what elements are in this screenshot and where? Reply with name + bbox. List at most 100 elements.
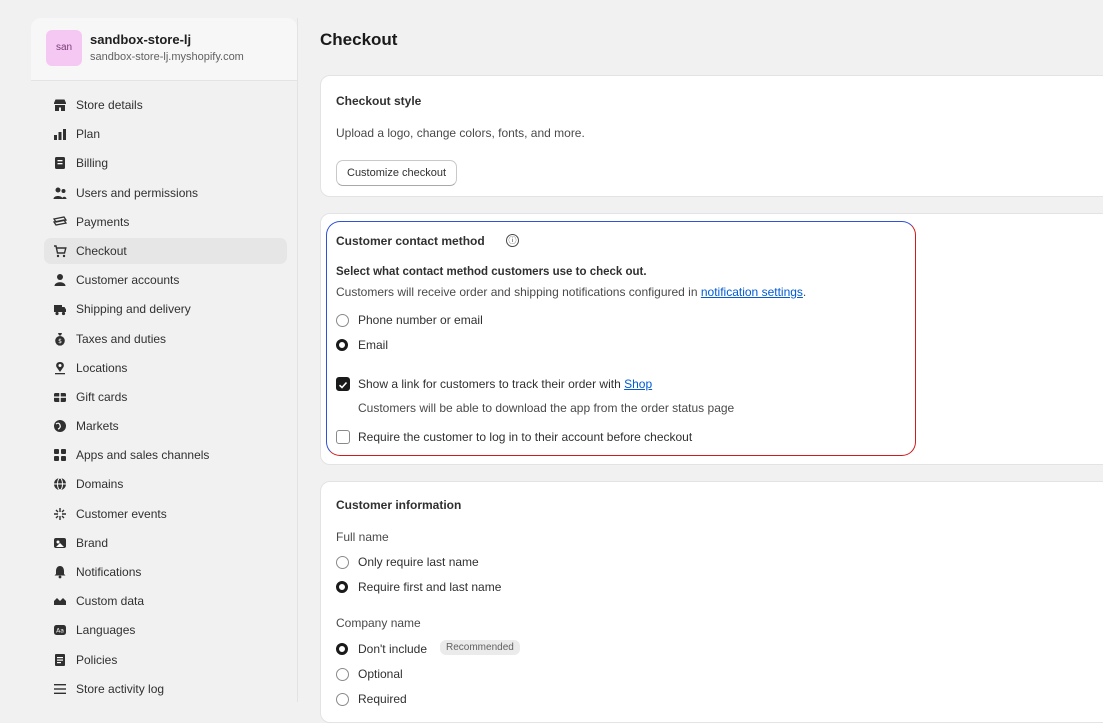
gift-card-icon <box>53 390 67 404</box>
sidebar-item-label: Shipping and delivery <box>76 302 191 317</box>
sidebar-item-customer-accounts[interactable]: Customer accounts <box>44 267 287 293</box>
sidebar-item-locations[interactable]: Locations <box>44 355 287 381</box>
require-login-label: Require the customer to log in to their … <box>358 430 693 444</box>
truck-icon <box>53 302 67 316</box>
sidebar-item-notifications[interactable]: Notifications <box>44 559 287 585</box>
sidebar-item-label: Policies <box>76 652 118 667</box>
main-content: Checkout Checkout style Upload a logo, c… <box>297 0 1103 723</box>
radio-email[interactable] <box>336 339 348 351</box>
sidebar-item-label: Users and permissions <box>76 185 199 200</box>
plan-icon <box>53 127 67 141</box>
sidebar-item-label: Domains <box>76 477 124 492</box>
sidebar-item-label: Payments <box>76 214 130 229</box>
checkout-style-card: Checkout style Upload a logo, change col… <box>320 75 1103 197</box>
svg-text:Aa: Aa <box>56 628 64 635</box>
sidebar-item-label: Customer events <box>76 506 167 521</box>
sidebar-item-languages[interactable]: Aa Languages <box>44 617 287 643</box>
domain-globe-icon <box>53 477 67 491</box>
checkout-style-description: Upload a logo, change colors, fonts, and… <box>336 126 585 140</box>
page-title: Checkout <box>320 30 398 49</box>
sidebar-item-apps-and-sales-channels[interactable]: Apps and sales channels <box>44 442 287 468</box>
sidebar-item-shipping-and-delivery[interactable]: Shipping and delivery <box>44 296 287 322</box>
sidebar-item-markets[interactable]: Markets <box>44 413 287 439</box>
sidebar-item-label: Notifications <box>76 565 142 579</box>
sidebar-item-users-and-permissions[interactable]: Users and permissions <box>44 180 287 206</box>
sidebar-item-label: Plan <box>76 127 101 142</box>
sidebar-item-taxes-and-duties[interactable]: $ Taxes and duties <box>44 326 287 352</box>
sidebar-item-label: Customer accounts <box>76 273 180 288</box>
sidebar-item-label: Checkout <box>76 243 127 258</box>
bell-icon <box>53 565 67 579</box>
sidebar-item-label: Gift cards <box>76 389 128 404</box>
radio-company-required[interactable] <box>336 693 349 706</box>
sidebar-item-checkout[interactable]: Checkout <box>44 237 287 264</box>
person-icon <box>53 273 67 287</box>
settings-sidebar: san sandbox-store-lj sandbox-store-lj.my… <box>31 18 298 702</box>
sidebar-item-policies[interactable]: Policies <box>44 647 287 673</box>
full-name-label: Full name <box>336 530 389 544</box>
radio-only-last-name[interactable] <box>336 556 349 569</box>
users-icon <box>53 186 67 200</box>
sidebar-item-label: Locations <box>76 360 128 375</box>
option-dont-include-label: Don't include <box>358 642 427 656</box>
list-icon <box>53 682 67 696</box>
sidebar-item-label: Markets <box>76 419 119 434</box>
checkout-style-title: Checkout style <box>336 94 422 108</box>
sidebar-item-gift-cards[interactable]: Gift cards <box>44 384 287 410</box>
customer-information-card: Customer information Full name Only requ… <box>320 481 1103 723</box>
customer-information-title: Customer information <box>336 498 462 512</box>
apps-icon <box>53 448 67 462</box>
sidebar-item-label: Store details <box>76 98 143 112</box>
policy-icon <box>53 653 67 667</box>
sidebar-item-label: Taxes and duties <box>76 331 167 346</box>
sidebar-item-domains[interactable]: Domains <box>44 471 287 497</box>
globe-icon <box>53 419 67 433</box>
store-avatar: san <box>46 30 82 66</box>
radio-company-optional[interactable] <box>336 668 349 681</box>
contact-method-help: Customers will receive order and shippin… <box>336 285 807 299</box>
track-order-checkbox[interactable] <box>336 377 350 391</box>
sidebar-item-payments[interactable]: Payments <box>44 209 287 235</box>
option-only-last-name-label: Only require last name <box>358 555 479 569</box>
notification-settings-link[interactable]: notification settings <box>701 285 803 299</box>
sidebar-item-customer-events[interactable]: Customer events <box>44 501 287 527</box>
sidebar-item-label: Brand <box>76 535 109 550</box>
contact-method-title: Customer contact method <box>336 234 485 248</box>
brand-icon <box>53 536 67 550</box>
sidebar-item-plan[interactable]: Plan <box>44 121 287 147</box>
sidebar-item-store-details[interactable]: Store details <box>44 92 287 118</box>
sidebar-item-label: Languages <box>76 623 136 638</box>
track-order-help: Customers will be able to download the a… <box>358 401 735 415</box>
radio-company-dont-include[interactable] <box>336 643 348 655</box>
radio-phone-or-email[interactable] <box>336 314 349 327</box>
option-email-label: Email <box>358 338 389 352</box>
option-first-and-last-name-label: Require first and last name <box>358 580 502 594</box>
sparkle-icon <box>53 507 67 521</box>
require-login-checkbox[interactable] <box>336 430 350 444</box>
shop-link[interactable]: Shop <box>624 377 652 391</box>
sidebar-item-label: Store activity log <box>76 681 165 696</box>
contact-method-card: Customer contact method ⓘ Select what co… <box>320 213 1103 465</box>
option-required-label: Required <box>358 692 407 706</box>
sidebar-item-billing[interactable]: Billing <box>44 150 287 176</box>
sidebar-item-brand[interactable]: Brand <box>44 530 287 556</box>
customize-checkout-button[interactable]: Customize checkout <box>336 160 458 186</box>
custom-data-icon <box>53 594 67 608</box>
money-bag-icon: $ <box>53 332 67 346</box>
sidebar-item-store-activity-log[interactable]: Store activity log <box>44 676 287 702</box>
store-icon <box>53 98 67 112</box>
sidebar-item-custom-data[interactable]: Custom data <box>44 588 287 614</box>
sidebar-item-label: Billing <box>76 156 109 171</box>
option-phone-or-email-label: Phone number or email <box>358 313 483 327</box>
store-header[interactable]: san sandbox-store-lj sandbox-store-lj.my… <box>31 18 297 81</box>
info-icon[interactable]: ⓘ <box>506 234 519 247</box>
checkmark-icon <box>338 381 348 389</box>
payments-icon <box>53 215 67 229</box>
settings-nav: Store details Plan Billing Users and permis… <box>44 92 287 705</box>
contact-method-subtitle: Select what contact method customers use… <box>336 266 647 278</box>
company-name-label: Company name <box>336 616 421 630</box>
radio-first-and-last-name[interactable] <box>336 581 348 593</box>
option-optional-label: Optional <box>358 667 403 681</box>
store-name: sandbox-store-lj <box>90 32 192 47</box>
cart-icon <box>53 244 67 258</box>
